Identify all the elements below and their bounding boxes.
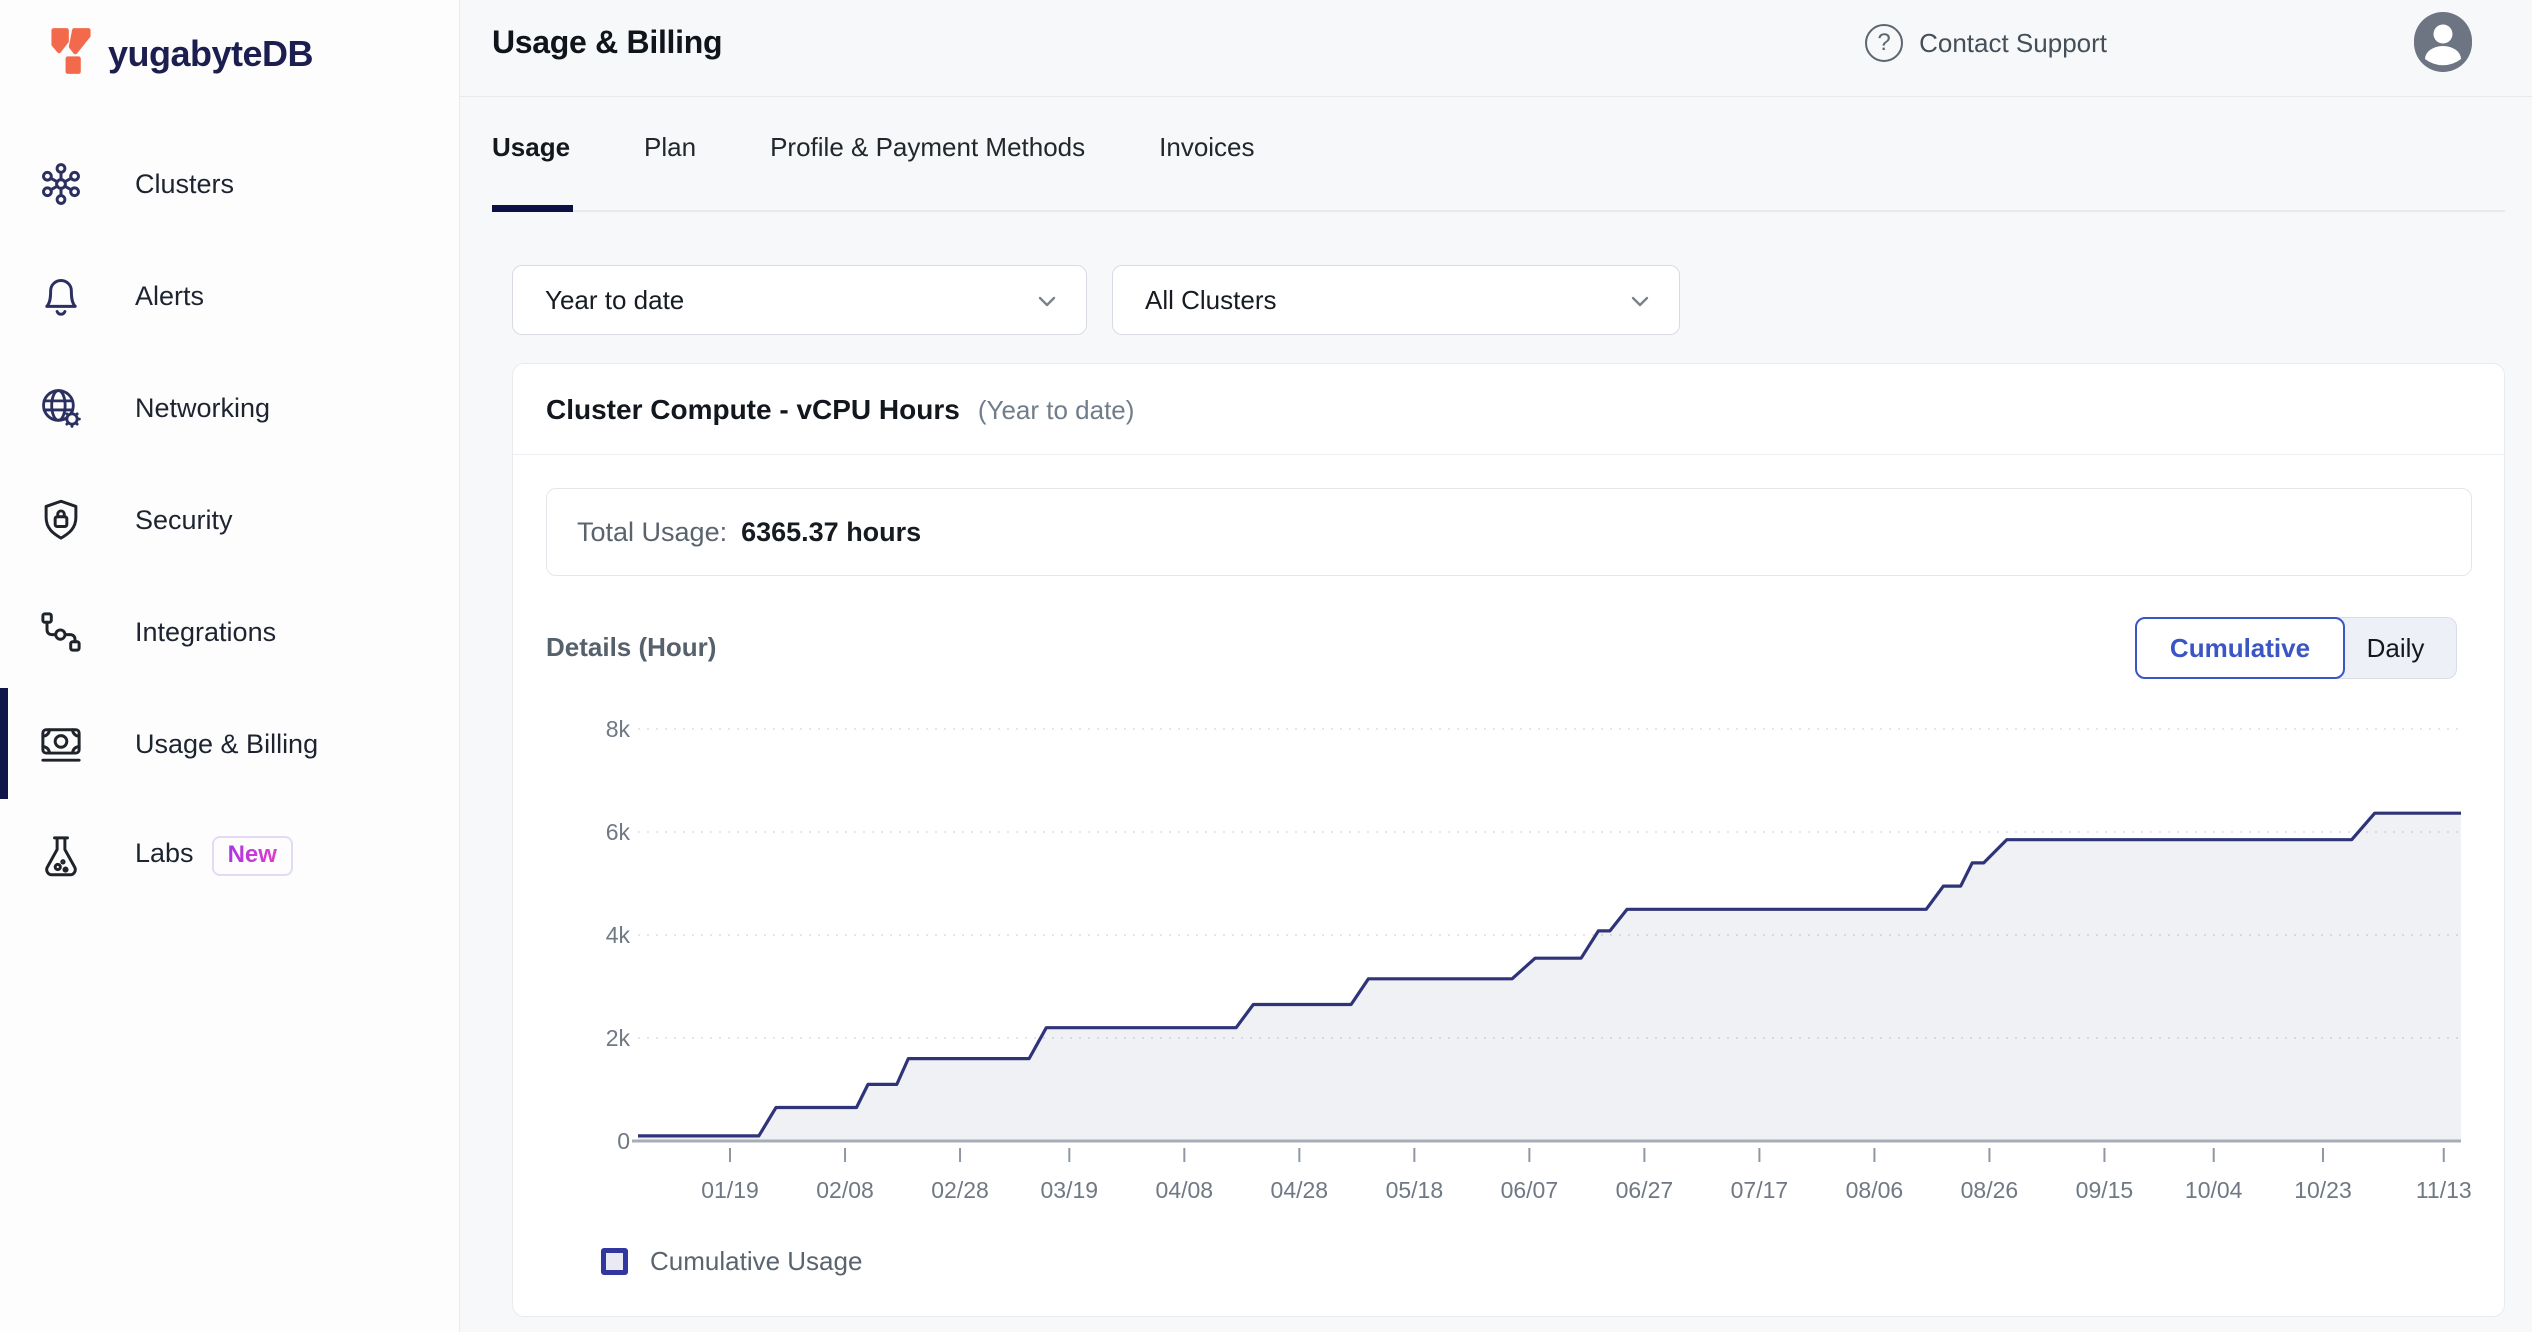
svg-text:09/15: 09/15 (2076, 1177, 2134, 1203)
svg-text:03/19: 03/19 (1041, 1177, 1099, 1203)
alerts-bell-icon (39, 274, 83, 318)
usage-chart-svg: 0 2k 4k 6k 8k 01/19 02/08 02/28 03/19 04/08 04/28 0… (546, 711, 2496, 1231)
card-divider (513, 454, 2504, 455)
contact-support-button[interactable]: ? Contact Support (1865, 24, 2107, 62)
sidebar-item-label: Clusters (135, 169, 234, 200)
tab-invoices[interactable]: Invoices (1159, 132, 1254, 171)
svg-text:10/23: 10/23 (2294, 1177, 2352, 1203)
clusters-dropdown-value: All Clusters (1145, 285, 1276, 316)
svg-text:02/28: 02/28 (931, 1177, 989, 1203)
svg-text:01/19: 01/19 (701, 1177, 759, 1203)
security-shield-icon (39, 498, 83, 542)
details-label: Details (Hour) (546, 632, 716, 663)
user-avatar-icon (2414, 12, 2472, 75)
svg-text:4k: 4k (606, 922, 631, 948)
toggle-cumulative-button[interactable]: Cumulative (2135, 617, 2345, 679)
cluster-compute-card: Cluster Compute - vCPU Hours (Year to da… (512, 363, 2505, 1317)
svg-text:06/07: 06/07 (1501, 1177, 1559, 1203)
sidebar-item-security[interactable]: Security (0, 472, 460, 568)
active-tab-underline (492, 205, 573, 212)
contact-support-label: Contact Support (1919, 28, 2107, 59)
svg-text:04/08: 04/08 (1156, 1177, 1214, 1203)
yugabytedb-logo-icon (48, 26, 94, 81)
card-title: Cluster Compute - vCPU Hours (546, 394, 960, 426)
sidebar-item-labs[interactable]: LabsNew (0, 808, 460, 904)
page-title: Usage & Billing (492, 24, 722, 61)
svg-text:10/04: 10/04 (2185, 1177, 2243, 1203)
legend-checkbox-icon (601, 1248, 628, 1275)
new-badge: New (212, 836, 293, 876)
sidebar-item-integrations[interactable]: Integrations (0, 584, 460, 680)
user-avatar[interactable] (2414, 14, 2472, 72)
sidebar-item-label: Alerts (135, 281, 204, 312)
tab-usage[interactable]: Usage (492, 132, 570, 171)
toggle-daily-button[interactable]: Daily (2335, 617, 2457, 679)
sidebar-item-label: LabsNew (135, 836, 293, 876)
svg-text:08/06: 08/06 (1846, 1177, 1904, 1203)
integrations-icon (39, 610, 83, 654)
svg-text:06/27: 06/27 (1616, 1177, 1674, 1203)
period-dropdown[interactable]: Year to date (512, 265, 1087, 335)
svg-text:07/17: 07/17 (1731, 1177, 1789, 1203)
chevron-down-icon (1627, 288, 1653, 319)
sidebar-item-label: Integrations (135, 617, 276, 648)
sidebar-item-label: Networking (135, 393, 270, 424)
sidebar-item-networking[interactable]: Networking (0, 360, 460, 456)
period-dropdown-value: Year to date (545, 285, 684, 316)
total-usage-box: Total Usage: 6365.37 hours (546, 488, 2472, 576)
svg-text:08/26: 08/26 (1961, 1177, 2019, 1203)
sidebar-item-label: Usage & Billing (135, 729, 318, 760)
total-usage-value: 6365.37 hours (741, 517, 921, 548)
sidebar-item-label: Security (135, 505, 233, 536)
brand-name: yugabyteDB (108, 33, 313, 75)
networking-globe-icon (39, 386, 83, 430)
sidebar: yugabyteDB Clusters (0, 0, 460, 1332)
svg-text:11/13: 11/13 (2416, 1177, 2472, 1203)
svg-text:02/08: 02/08 (816, 1177, 874, 1203)
sidebar-item-usage-billing[interactable]: Usage & Billing (0, 696, 460, 792)
yugabytedb-logo[interactable]: yugabyteDB (48, 26, 313, 81)
svg-text:04/28: 04/28 (1271, 1177, 1329, 1203)
svg-text:8k: 8k (606, 716, 631, 742)
usage-chart: 0 2k 4k 6k 8k 01/19 02/08 02/28 03/19 04/08 04/28 0… (546, 711, 2496, 1231)
usage-billing-screen: yugabyteDB Clusters (0, 0, 2532, 1332)
legend-label: Cumulative Usage (650, 1246, 862, 1277)
tab-profile-payment-methods[interactable]: Profile & Payment Methods (770, 132, 1085, 171)
view-mode-toggle: Cumulative Daily (2135, 617, 2457, 679)
card-subtitle: (Year to date) (978, 395, 1135, 426)
billing-banknote-icon (39, 722, 83, 766)
billing-tabs: Usage Plan Profile & Payment Methods Inv… (492, 132, 1255, 171)
sidebar-item-alerts[interactable]: Alerts (0, 248, 460, 344)
chart-legend-cumulative-usage[interactable]: Cumulative Usage (601, 1246, 862, 1277)
svg-text:05/18: 05/18 (1386, 1177, 1444, 1203)
svg-text:2k: 2k (606, 1025, 631, 1051)
tab-plan[interactable]: Plan (644, 132, 696, 171)
sidebar-item-clusters[interactable]: Clusters (0, 136, 460, 232)
page-header: Usage & Billing ? Contact Support (460, 0, 2532, 97)
total-usage-label: Total Usage: (577, 517, 727, 548)
tabs-divider (492, 210, 2505, 212)
svg-text:0: 0 (617, 1128, 630, 1154)
question-circle-icon: ? (1865, 24, 1903, 62)
clusters-icon (39, 162, 83, 206)
chevron-down-icon (1034, 288, 1060, 319)
svg-text:6k: 6k (606, 819, 631, 845)
clusters-dropdown[interactable]: All Clusters (1112, 265, 1680, 335)
labs-flask-icon (39, 834, 83, 878)
